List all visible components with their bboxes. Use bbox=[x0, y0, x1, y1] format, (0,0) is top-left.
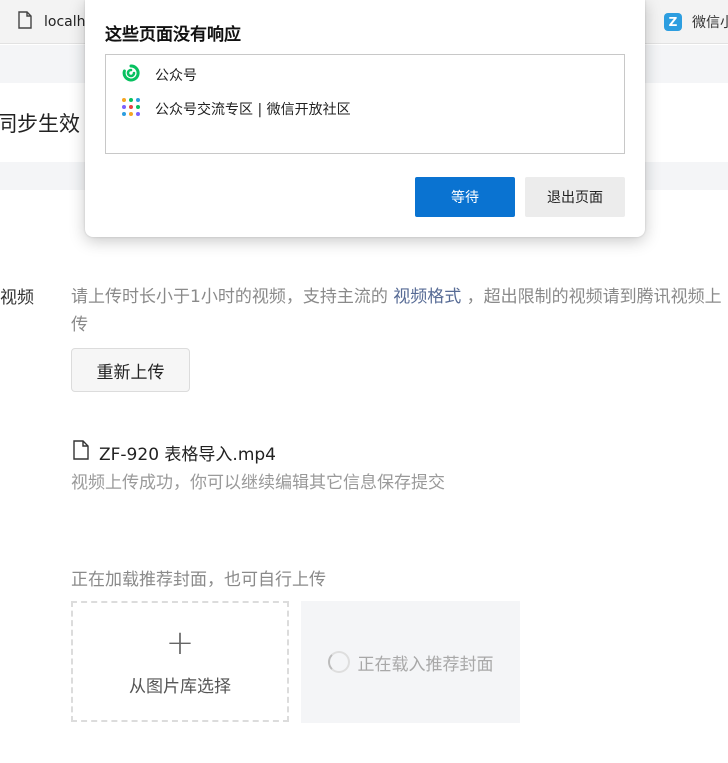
file-icon bbox=[73, 440, 89, 465]
video-format-link[interactable]: 视频格式 bbox=[393, 287, 461, 307]
wait-button[interactable]: 等待 bbox=[415, 177, 515, 217]
upload-hint-text-2: ，超出限制的视频请到腾讯视频上 bbox=[466, 287, 722, 307]
video-field-label: 视频 bbox=[0, 288, 34, 308]
list-item: 公众号 bbox=[121, 63, 197, 87]
upload-hint-continued: 传 bbox=[71, 315, 88, 335]
upload-success-text: 视频上传成功，你可以继续编辑其它信息保存提交 bbox=[71, 473, 445, 493]
page-unresponsive-dialog: 这些页面没有响应 公众号 公众号交流专区 | 微信开放社区 等待 退出页面 bbox=[85, 0, 645, 237]
browser-tab-local[interactable]: localh bbox=[0, 0, 86, 44]
select-from-library-label: 从图片库选择 bbox=[129, 677, 231, 697]
page-title-1: 公众号 bbox=[155, 68, 197, 84]
file-name: ZF-920 表格导入.mp4 bbox=[99, 445, 276, 465]
select-from-library-button[interactable]: + 从图片库选择 bbox=[71, 601, 289, 722]
browser-tab-title: localh bbox=[44, 14, 86, 30]
document-icon bbox=[18, 11, 32, 33]
plus-icon: + bbox=[165, 623, 195, 663]
loading-spinner-icon bbox=[327, 651, 350, 673]
reupload-button[interactable]: 重新上传 bbox=[71, 348, 190, 392]
upload-hint-text: 请上传时长小于1小时的视频，支持主流的 bbox=[71, 287, 388, 307]
uploaded-file: ZF-920 表格导入.mp4 bbox=[73, 440, 276, 465]
recommended-cover-loading: 正在载入推荐封面 bbox=[301, 601, 520, 723]
wechat-mp-icon bbox=[121, 63, 141, 87]
upload-hint: 请上传时长小于1小时的视频，支持主流的 视频格式 ，超出限制的视频请到腾讯视频上… bbox=[71, 283, 728, 339]
browser-tab-wechat[interactable]: Z 微信小 bbox=[664, 0, 728, 44]
list-item: 公众号交流专区 | 微信开放社区 bbox=[121, 97, 351, 121]
wechat-community-icon bbox=[121, 97, 141, 121]
cover-loading-label: 正在载入推荐封面 bbox=[357, 654, 494, 675]
browser-tab-title-right: 微信小 bbox=[692, 15, 728, 31]
page-title-2: 公众号交流专区 | 微信开放社区 bbox=[155, 102, 351, 118]
exit-page-button[interactable]: 退出页面 bbox=[525, 177, 625, 217]
dialog-title: 这些页面没有响应 bbox=[105, 25, 241, 45]
site-favicon-icon: Z bbox=[664, 13, 682, 31]
unresponsive-page-list: 公众号 公众号交流专区 | 微信开放社区 bbox=[105, 54, 625, 154]
cover-hint: 正在加载推荐封面，也可自行上传 bbox=[71, 570, 326, 590]
